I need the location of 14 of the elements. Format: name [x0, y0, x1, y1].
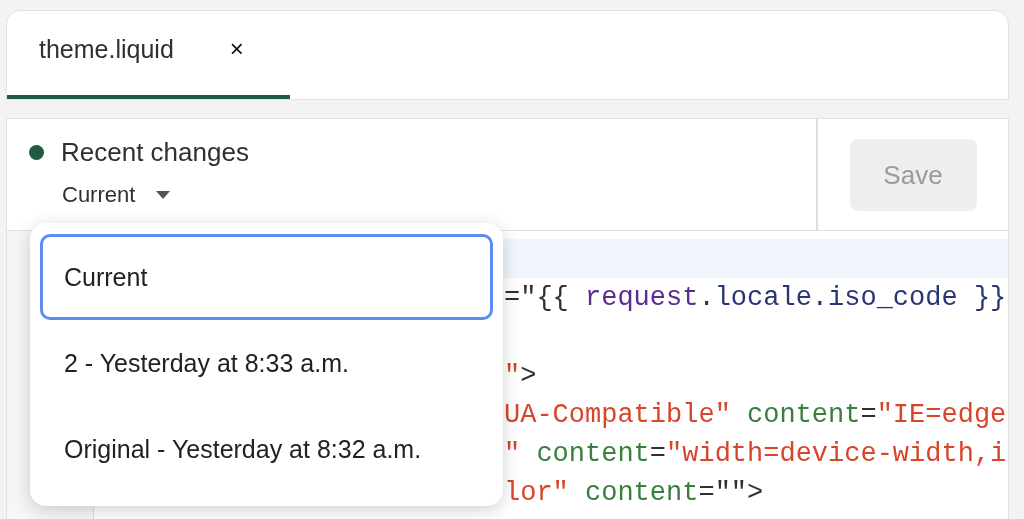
code-line: lor" content="">	[504, 477, 764, 508]
menu-item[interactable]: Original - Yesterday at 8:32 a.m.	[40, 406, 493, 492]
version-dropdown[interactable]: Current	[62, 182, 172, 208]
code-line: UA-Compatible" content="IE=edge	[504, 399, 1007, 430]
close-icon[interactable]: ×	[229, 35, 244, 63]
menu-item[interactable]: Current	[40, 234, 493, 320]
code-line: ">	[504, 360, 537, 391]
status-dot-icon	[29, 145, 44, 160]
code-line: " content="width=device-width,i	[504, 438, 1007, 469]
file-tab[interactable]: theme.liquid ×	[7, 11, 290, 99]
panel-title: Recent changes	[61, 137, 249, 168]
code-line: ="{{ request.locale.iso_code }}	[504, 282, 1007, 313]
caret-icon	[155, 190, 172, 200]
menu-item[interactable]: 2 - Yesterday at 8:33 a.m.	[40, 320, 493, 406]
